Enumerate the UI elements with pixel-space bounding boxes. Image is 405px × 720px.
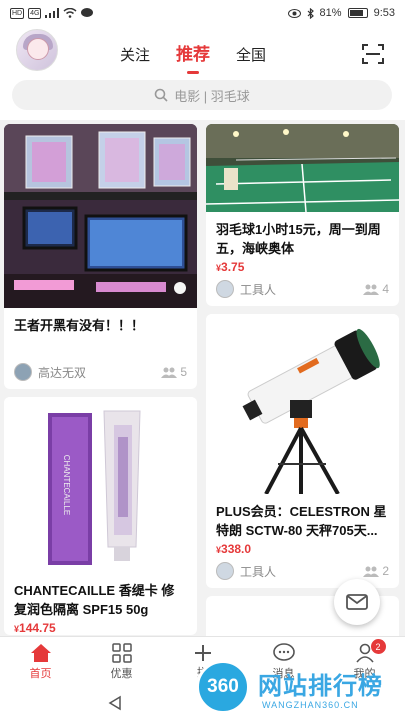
watermark-logo: 360 — [196, 660, 250, 714]
cosmetic-tube-illustration: CHANTECAILLE — [4, 397, 197, 573]
mail-icon — [346, 594, 368, 610]
author-avatar — [14, 363, 32, 381]
card-title: 羽毛球1小时15元，周一到周五，海峡奥体 — [216, 222, 381, 256]
author-avatar — [216, 562, 234, 580]
grid-icon — [111, 642, 132, 663]
people-icon — [363, 566, 380, 577]
tab-nationwide[interactable]: 全国 — [236, 44, 266, 65]
clock: 9:53 — [373, 7, 395, 19]
author-name: 工具人 — [240, 282, 277, 297]
card-title: 王者开黑有没有！！！ — [14, 318, 145, 333]
author-name: 高达无双 — [38, 365, 87, 380]
watermark-text: 网站排行榜 — [258, 673, 383, 700]
gaming-room-illustration — [4, 124, 197, 308]
participant-count-value: 2 — [382, 564, 389, 578]
participant-count: 2 — [363, 564, 389, 578]
card-price: ¥338.0 — [206, 540, 399, 556]
feed-card[interactable]: CHANTECAILLE CHANTECAILLE 香缇卡 修复润色隔离 SPF… — [4, 397, 197, 635]
box-brand-text: CHANTECAILLE — [62, 455, 71, 515]
participant-count: 5 — [161, 365, 187, 379]
price-value: 144.75 — [19, 621, 56, 635]
participant-count-value: 4 — [382, 282, 389, 296]
nav-home[interactable]: 首页 — [0, 637, 81, 686]
signal-icon — [45, 8, 60, 18]
feed-card[interactable]: 王者开黑有没有！！！ 高达无双 5 — [4, 124, 197, 389]
app-header: 关注 推荐 全国 — [0, 26, 405, 80]
home-icon — [30, 643, 51, 662]
telescope-image — [206, 314, 399, 494]
back-icon[interactable] — [107, 695, 123, 711]
feed-column-left: 王者开黑有没有！！！ 高达无双 5 CHANTECAILLE CHANTECAI… — [4, 124, 197, 643]
author-name: 工具人 — [240, 564, 277, 579]
network-indicator: 4G — [28, 7, 42, 19]
gaming-setup-image — [4, 124, 197, 308]
feed-card[interactable]: PLUS会员：CELESTRON 星特朗 SCTW-80 天秤705天... ¥… — [206, 314, 399, 588]
battery-percent: 81% — [319, 7, 342, 19]
card-price: ¥3.75 — [206, 258, 399, 274]
avatar-face — [27, 38, 49, 60]
search-icon — [154, 88, 168, 102]
card-meta: 高达无双 5 — [4, 335, 197, 389]
user-avatar[interactable] — [16, 29, 58, 71]
badminton-court-illustration — [206, 124, 399, 212]
nav-label: 优惠 — [110, 667, 133, 680]
card-author: 工具人 — [216, 562, 276, 580]
telescope-illustration — [206, 314, 399, 494]
scan-icon[interactable] — [361, 42, 385, 66]
card-author: 高达无双 — [14, 363, 86, 381]
hd-indicator: HD — [10, 7, 25, 19]
participant-count-value: 5 — [180, 365, 187, 379]
watermark-url: WANGZHAN360.CN — [262, 700, 359, 710]
watermark: 360 网站排行榜 WANGZHAN360.CN — [196, 660, 405, 720]
card-price: ¥144.75 — [4, 619, 197, 635]
feed-tabs: 关注 推荐 全国 — [120, 40, 266, 74]
wifi-icon — [63, 8, 77, 18]
tab-follow[interactable]: 关注 — [120, 44, 150, 65]
status-right: 81% 9:53 — [287, 7, 395, 19]
price-value: 338.0 — [221, 542, 252, 556]
status-bar: HD 4G 81% 9:53 — [0, 0, 405, 26]
badminton-court-image — [206, 124, 399, 212]
plus-icon — [194, 644, 211, 661]
tab-recommend[interactable]: 推荐 — [176, 40, 210, 74]
message-bubble-icon — [81, 8, 94, 17]
status-left: HD 4G — [10, 7, 94, 19]
nav-deals[interactable]: 优惠 — [81, 637, 162, 686]
search-placeholder: 电影 | 羽毛球 — [174, 88, 250, 104]
product-image: CHANTECAILLE — [4, 397, 197, 573]
participant-count: 4 — [363, 282, 389, 296]
author-avatar — [216, 280, 234, 298]
battery-icon — [347, 8, 368, 18]
price-value: 3.75 — [221, 260, 245, 274]
bluetooth-icon — [307, 7, 314, 19]
eye-icon — [287, 8, 301, 18]
card-title: PLUS会员：CELESTRON 星特朗 SCTW-80 天秤705天... — [216, 504, 387, 538]
search-bar-container: 电影 | 羽毛球 — [0, 80, 405, 120]
notification-badge: 2 — [370, 639, 386, 654]
card-author: 工具人 — [216, 280, 276, 298]
people-icon — [161, 367, 178, 378]
mail-button[interactable] — [334, 579, 380, 625]
people-icon — [363, 284, 380, 295]
battery-level — [349, 10, 363, 16]
nav-label: 首页 — [29, 667, 52, 680]
card-title: CHANTECAILLE 香缇卡 修复润色隔离 SPF15 50g — [14, 583, 175, 617]
card-meta: 工具人 4 — [206, 274, 399, 306]
feed-card[interactable]: 羽毛球1小时15元，周一到周五，海峡奥体 ¥3.75 工具人 4 — [206, 124, 399, 306]
search-input[interactable]: 电影 | 羽毛球 — [12, 80, 392, 110]
